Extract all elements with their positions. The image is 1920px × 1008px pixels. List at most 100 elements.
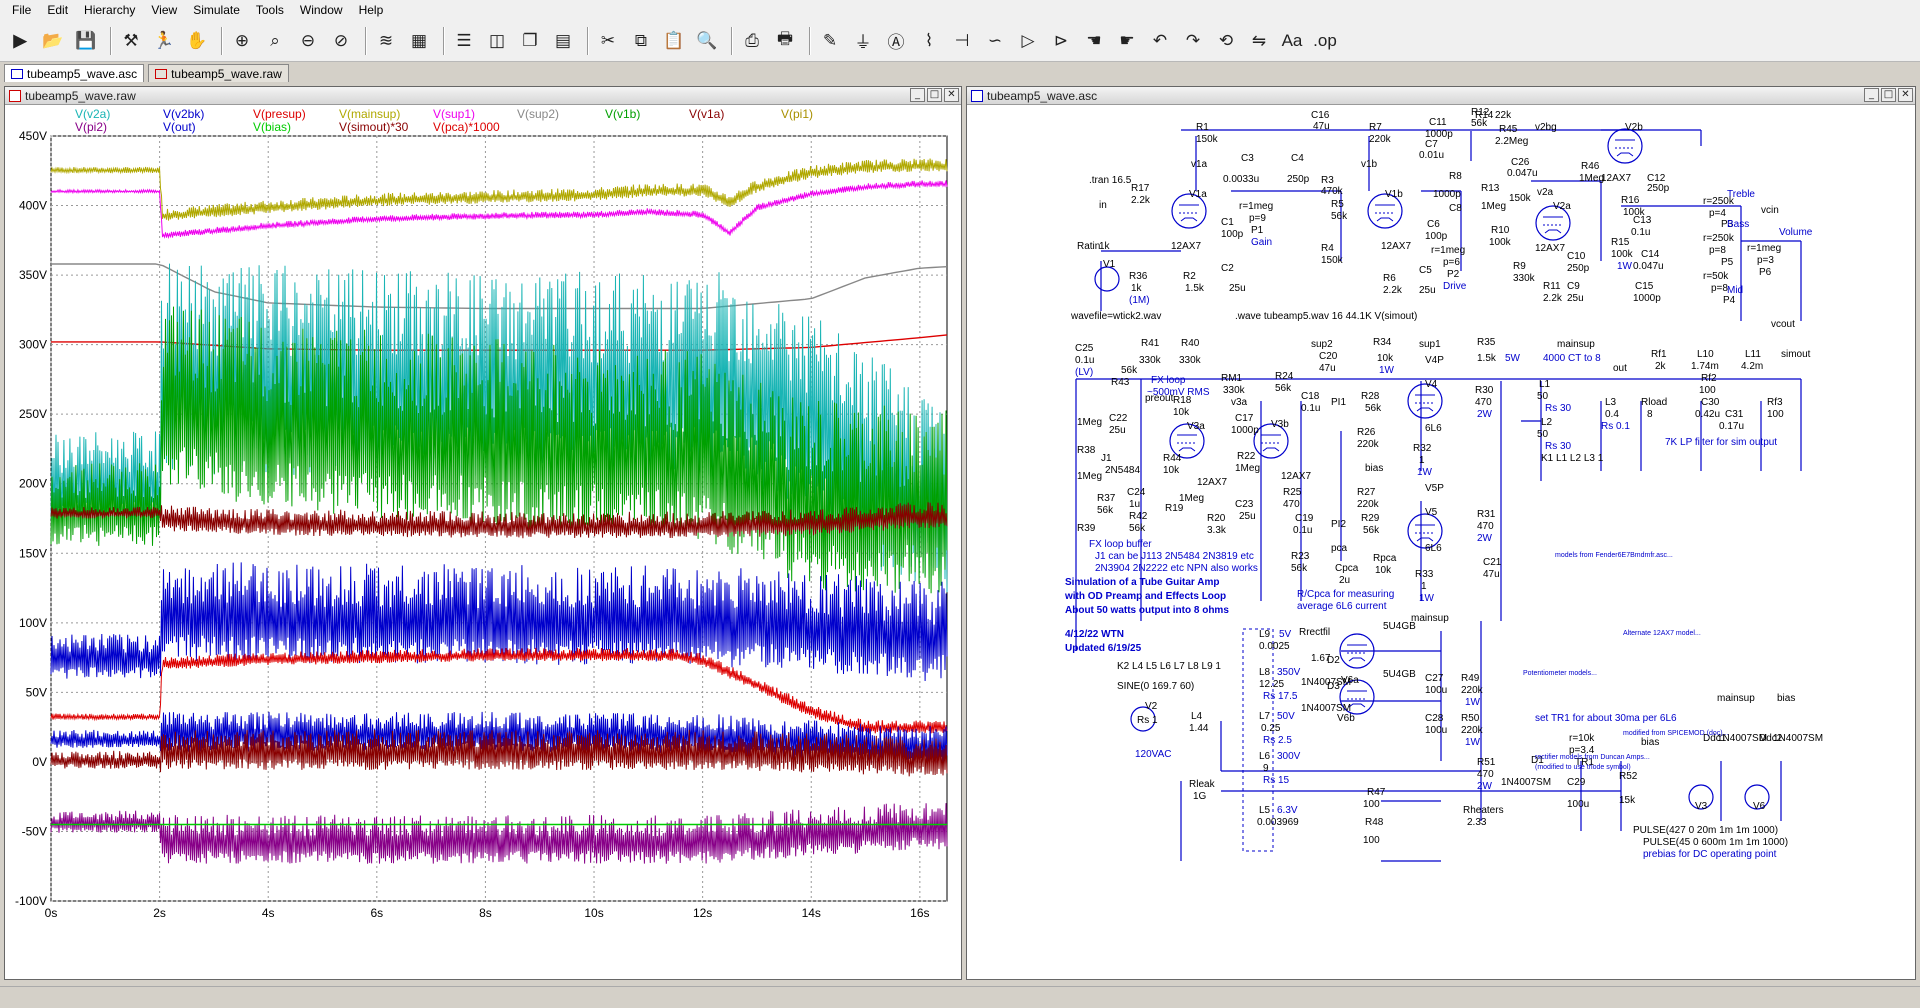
ground-icon[interactable]: ⏚ — [849, 26, 877, 56]
trace-label[interactable]: V(bias) — [253, 120, 291, 134]
close-all-icon[interactable]: ▤ — [549, 26, 577, 56]
schematic-label: C13 — [1633, 215, 1652, 226]
capacitor-icon[interactable]: ⊣ — [948, 26, 976, 56]
save-icon[interactable]: 💾 — [72, 26, 100, 56]
menu-tools[interactable]: Tools — [248, 0, 292, 20]
cut-icon[interactable]: ✂ — [594, 26, 622, 56]
print-icon[interactable]: 🖶 — [771, 26, 799, 56]
schematic-label: R48 — [1365, 817, 1384, 828]
schematic-label: V5 — [1425, 507, 1438, 518]
document-tabs: tubeamp5_wave.asc tubeamp5_wave.raw — [0, 62, 1920, 82]
tube-cathode — [1262, 447, 1280, 452]
tab-label: tubeamp5_wave.asc — [27, 66, 138, 81]
trace-label[interactable]: V(simout)*30 — [339, 120, 409, 134]
tab-waveform[interactable]: tubeamp5_wave.raw — [148, 64, 289, 82]
schematic-canvas[interactable]: presupsup2R1422kR1150kC1647uR7220kC11100… — [967, 106, 1915, 980]
move-hand-icon[interactable]: ☚ — [1080, 26, 1108, 56]
tile-horizontal-icon[interactable]: ☰ — [450, 26, 478, 56]
resistor-icon[interactable]: ⌇ — [915, 26, 943, 56]
find-icon[interactable]: 🔍 — [693, 26, 721, 56]
print-setup-icon[interactable]: ⎙ — [738, 26, 766, 56]
trace-label[interactable]: V(v1a) — [689, 107, 724, 121]
menu-simulate[interactable]: Simulate — [185, 0, 248, 20]
schematic-label: R35 — [1477, 337, 1496, 348]
menu-file[interactable]: File — [4, 0, 39, 20]
tab-schematic[interactable]: tubeamp5_wave.asc — [4, 64, 145, 82]
trace-label[interactable]: V(v1b) — [605, 107, 640, 121]
schematic-label: 100p — [1425, 231, 1448, 242]
autorange-grid-icon[interactable]: ▦ — [405, 26, 433, 56]
schematic-label: C1 — [1221, 217, 1234, 228]
paste-icon[interactable]: 📋 — [660, 26, 688, 56]
waveform-plot[interactable]: V(v2a) V(v2bk) V(presup) V(mainsup) V(sup1) V… — [5, 106, 961, 980]
minimize-button[interactable]: _ — [910, 88, 925, 102]
schematic-label: p=9 — [1249, 213, 1266, 224]
schematic-label: C8 — [1449, 203, 1462, 214]
trace-label[interactable]: V(v2a) — [75, 107, 110, 121]
trace-label[interactable]: V(pca)*1000 — [433, 120, 500, 134]
trace-label[interactable]: V(pi2) — [75, 120, 107, 134]
minimize-button[interactable]: _ — [1864, 88, 1879, 102]
voltage-source[interactable] — [1094, 266, 1120, 292]
zoom-box-icon[interactable]: ⌕ — [261, 26, 289, 56]
trace-label[interactable]: V(v2bk) — [163, 107, 204, 121]
menu-hierarchy[interactable]: Hierarchy — [76, 0, 143, 20]
zoom-in-icon[interactable]: ⊕ — [228, 26, 256, 56]
mirror-icon[interactable]: ⇋ — [1245, 26, 1273, 56]
component-icon[interactable]: ⊳ — [1047, 26, 1075, 56]
close-button[interactable]: ✕ — [1898, 88, 1913, 102]
schematic-label: 100 — [1363, 835, 1380, 846]
label-net-icon[interactable]: Ⓐ — [882, 26, 910, 56]
pan-hand-icon[interactable]: ✋ — [183, 26, 211, 56]
diode-icon[interactable]: ▷ — [1014, 26, 1042, 56]
toolbar-separator — [365, 26, 367, 55]
trace-label[interactable]: V(sup2) — [517, 107, 559, 121]
undo-icon[interactable]: ↶ — [1146, 26, 1174, 56]
trace-label[interactable]: V(sup1) — [433, 107, 475, 121]
schematic-label: Rs 17.5 — [1263, 691, 1298, 702]
menu-edit[interactable]: Edit — [39, 0, 76, 20]
cascade-icon[interactable]: ❐ — [516, 26, 544, 56]
runner-icon[interactable]: 🏃 — [150, 26, 178, 56]
hammer-icon[interactable]: ⚒ — [117, 26, 145, 56]
schematic-label: 220k — [1357, 439, 1380, 450]
schematic-label: Rpca — [1373, 553, 1397, 564]
copy-icon[interactable]: ⧉ — [627, 26, 655, 56]
trace-label[interactable]: V(mainsup) — [339, 107, 400, 121]
zoom-cancel-icon[interactable]: ⊘ — [327, 26, 355, 56]
menu-view[interactable]: View — [143, 0, 185, 20]
redo-icon[interactable]: ↷ — [1179, 26, 1207, 56]
schematic-label: 150k — [1509, 193, 1532, 204]
autorange-icon[interactable]: ≋ — [372, 26, 400, 56]
schematic-label: Rs 30 — [1545, 403, 1572, 414]
menu-bar: File Edit Hierarchy View Simulate Tools … — [0, 0, 1920, 20]
maximize-button[interactable]: □ — [927, 88, 942, 102]
rotate-icon[interactable]: ⟲ — [1212, 26, 1240, 56]
zoom-out-icon[interactable]: ⊖ — [294, 26, 322, 56]
schematic-label: R5 — [1331, 199, 1344, 210]
tube-symbol[interactable] — [1607, 128, 1643, 164]
trace-label[interactable]: V(presup) — [253, 107, 306, 121]
schematic-label: 56k — [1129, 523, 1146, 534]
inductor-icon[interactable]: ∽ — [981, 26, 1009, 56]
open-folder-icon[interactable]: 📂 — [39, 26, 67, 56]
trace-label[interactable]: V(pi1) — [781, 107, 813, 121]
schematic-label: V1a — [1189, 189, 1207, 200]
text-icon[interactable]: Aa — [1278, 26, 1306, 56]
schematic-label: 2.2k — [1131, 195, 1151, 206]
schematic-label: C14 — [1641, 249, 1660, 260]
schematic-label: 0.25 — [1261, 723, 1281, 734]
maximize-button[interactable]: □ — [1881, 88, 1896, 102]
run-icon[interactable]: ▶ — [6, 26, 34, 56]
schematic-label: Bass — [1727, 219, 1749, 230]
drag-hand-icon[interactable]: ☛ — [1113, 26, 1141, 56]
close-button[interactable]: ✕ — [944, 88, 959, 102]
trace-label[interactable]: V(out) — [163, 120, 196, 134]
spice-directive-icon[interactable]: .op — [1311, 26, 1339, 56]
menu-help[interactable]: Help — [351, 0, 392, 20]
schematic-label: 10k — [1163, 465, 1180, 476]
menu-window[interactable]: Window — [292, 0, 351, 20]
wire-pencil-icon[interactable]: ✎ — [816, 26, 844, 56]
schematic-label: 25u — [1109, 425, 1126, 436]
tile-vertical-icon[interactable]: ◫ — [483, 26, 511, 56]
